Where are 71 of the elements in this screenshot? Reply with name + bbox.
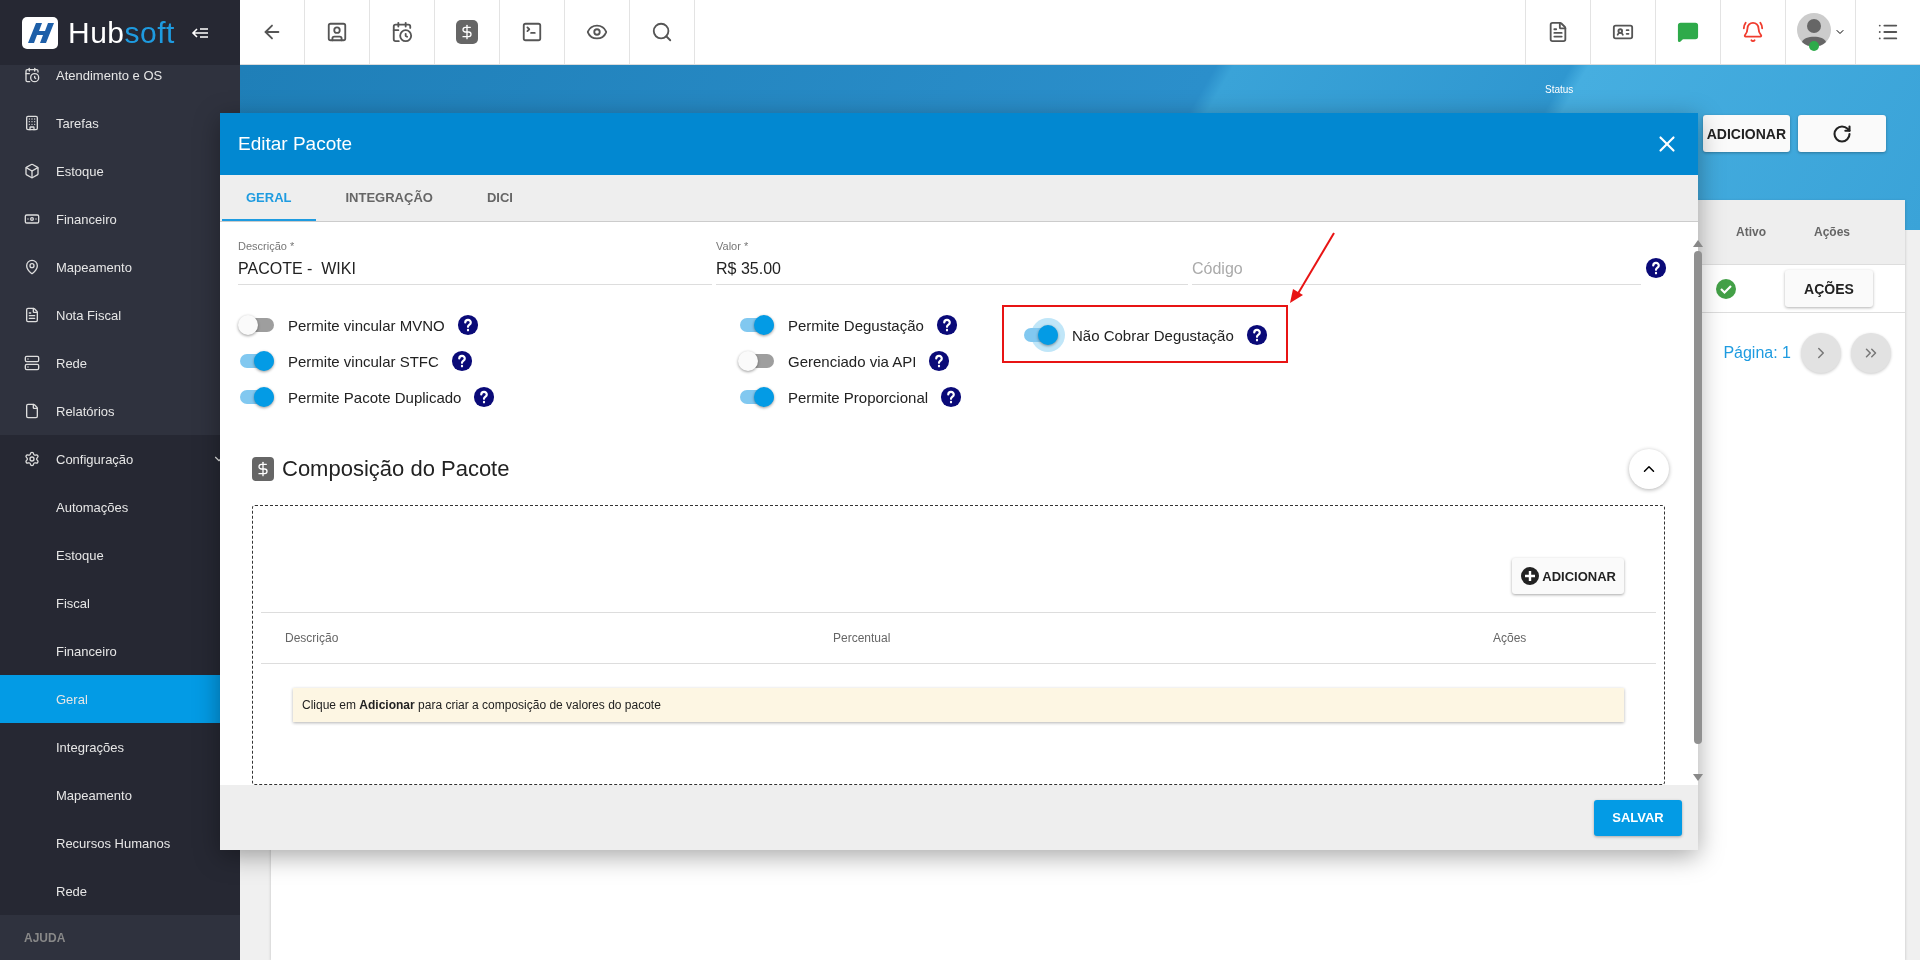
user-card-icon [326, 21, 348, 43]
menu-item-icon [24, 451, 40, 467]
toggle-label: Permite Pacote Duplicado [288, 388, 462, 406]
dollar-icon [252, 457, 274, 481]
help-icon[interactable] [456, 314, 479, 336]
menu-item-icon [24, 259, 40, 275]
refresh-icon [1832, 123, 1852, 144]
tab[interactable]: DICI [462, 175, 537, 221]
logo-text: Hubsoft [68, 15, 175, 50]
column-header: Ativo [1735, 225, 1766, 239]
chat-icon [1677, 21, 1699, 43]
toggle-label: Permite vincular MVNO [288, 316, 445, 334]
column-header: Descrição [285, 631, 340, 645]
plus-circle-icon [1520, 566, 1541, 586]
toggle-label: Permite Proporcional [788, 388, 929, 406]
dollar-icon [456, 20, 478, 44]
logo-icon [22, 16, 58, 49]
toggle-label: Não Cobrar Degustação [1072, 326, 1234, 344]
toggle-switch[interactable] [240, 390, 274, 404]
column-header: Percentual [833, 631, 892, 645]
field-label: Descrição * [238, 240, 296, 252]
toggle-switch[interactable] [740, 354, 774, 368]
menu-item-icon [24, 67, 40, 83]
avatar-icon [1795, 12, 1832, 52]
empty-message: Clique em Adicionar para criar a composição de valores do pacote [293, 688, 1624, 722]
dialog-title: Editar Pacote [238, 133, 353, 155]
bell-icon [1742, 21, 1764, 43]
text-field[interactable]: PACOTE - WIKI [238, 258, 712, 280]
menu-item-icon [24, 163, 40, 179]
help-icon[interactable] [473, 386, 496, 408]
help-icon[interactable] [928, 350, 951, 372]
menu-item-icon [24, 115, 40, 131]
toggle-switch[interactable] [1024, 328, 1058, 342]
toggle-switch[interactable] [240, 318, 274, 332]
field-label: Valor * [716, 240, 750, 252]
toggle-label: Gerenciado via API [788, 352, 917, 370]
tab[interactable]: INTEGRAÇÃO [321, 175, 457, 221]
toggle-switch[interactable] [740, 390, 774, 404]
toggle-switch[interactable] [240, 354, 274, 368]
help-icon[interactable] [940, 386, 963, 408]
refresh-button[interactable] [1798, 115, 1886, 152]
column-header: Ações [1813, 225, 1850, 239]
help-icon[interactable] [1245, 324, 1268, 346]
search-icon [651, 21, 673, 43]
help-icon[interactable] [935, 314, 958, 336]
add-button[interactable]: ADICIONAR [1702, 115, 1790, 152]
scroll-down-icon[interactable] [1693, 774, 1703, 781]
calendar-clock-icon [391, 21, 413, 43]
text-field[interactable]: R$ 35.00 [716, 258, 1188, 280]
menu-item-icon [24, 403, 40, 419]
collapse-menu-icon[interactable] [190, 25, 209, 40]
actions-button[interactable]: AÇÕES [1785, 270, 1873, 307]
menu-item-icon [24, 211, 40, 227]
toggle-switch[interactable] [740, 318, 774, 332]
menu-item-icon [24, 307, 40, 323]
menu-item-icon [24, 355, 40, 371]
help-icon[interactable] [450, 350, 473, 372]
add-item-button[interactable]: ADICIONAR [1512, 558, 1624, 594]
toggle-label: Permite Degustação [788, 316, 924, 334]
section-title: Composição do Pacote [282, 456, 511, 482]
sidebar-subitem[interactable]: Recursos Humanos [0, 819, 240, 867]
document-icon [1547, 21, 1569, 43]
page-indicator: Página: 1 [1723, 344, 1791, 362]
status-label: Status [1545, 84, 1574, 95]
toggle-label: Permite vincular STFC [288, 352, 439, 370]
text-field[interactable]: Código [1192, 258, 1641, 280]
sidebar-subitem[interactable]: Rede [0, 867, 240, 915]
last-page-button[interactable] [1851, 333, 1891, 373]
scroll-up-icon[interactable] [1693, 240, 1703, 247]
column-header: Ações [1493, 631, 1528, 645]
terminal-icon [521, 21, 543, 43]
